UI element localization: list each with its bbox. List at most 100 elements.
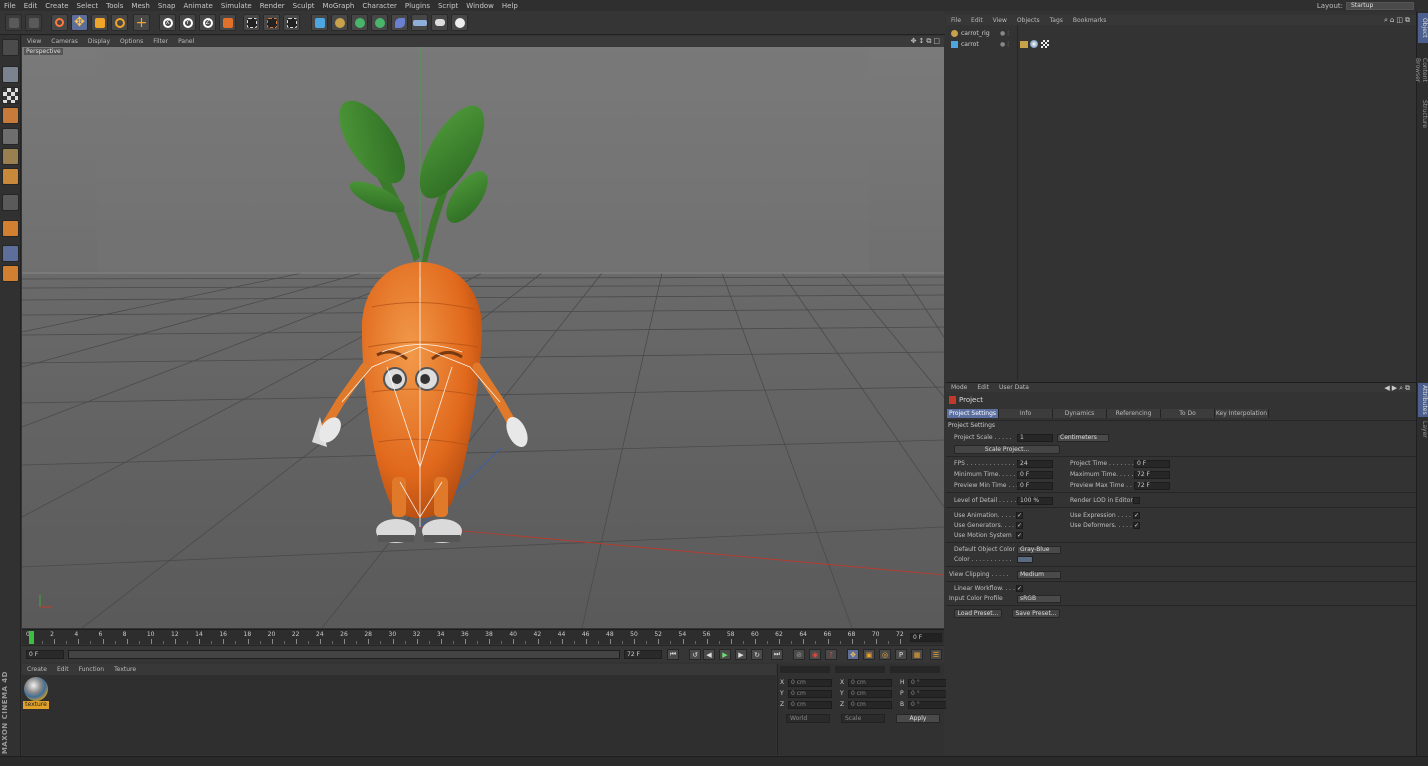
tab-structure[interactable]: Structure [1418,97,1428,131]
make-editable-icon[interactable] [2,39,19,56]
keyframe-selection-icon[interactable]: ? [825,649,837,660]
texture-mode-icon[interactable] [2,87,19,104]
material-menu-function[interactable]: Function [74,666,110,673]
position-key-icon[interactable]: ✥ [847,649,859,660]
axis-mode-icon[interactable] [2,194,19,211]
cube-icon[interactable] [311,14,328,31]
menu-help[interactable]: Help [498,2,522,10]
preview-min-time-field[interactable]: 0 F [1017,482,1053,490]
coordinate-field[interactable]: 0 cm [788,700,832,709]
timeline-ruler[interactable]: 0 2 4 6 8 10 12 14 16 18 20 22 24 26 28 30 32 34 36 38 40 42 4… [22,629,944,644]
undo-icon[interactable] [5,14,22,31]
points-mode-icon[interactable] [2,128,19,145]
timeline-menu-icon[interactable]: ☰ [930,649,942,660]
menu-animate[interactable]: Animate [179,2,216,10]
menu-script[interactable]: Script [434,2,462,10]
material-tag-icon[interactable] [1030,40,1038,48]
scale-key-icon[interactable]: ▣ [863,649,875,660]
model-mode-icon[interactable] [2,66,19,83]
tab-content-browser[interactable]: Content Browser [1414,45,1428,95]
use-generators-checkbox[interactable]: ✓ [1016,522,1023,529]
menu-sculpt[interactable]: Sculpt [289,2,319,10]
x-axis-icon[interactable]: X [159,14,176,31]
project-scale-field[interactable]: 1 [1017,434,1053,442]
material-menu-texture[interactable]: Texture [109,666,141,673]
subdivision-surface-icon[interactable] [351,14,368,31]
workplane-icon[interactable] [2,107,19,124]
workplane-lock-icon[interactable] [2,245,19,262]
material-preview[interactable] [24,677,48,701]
level-of-detail-field[interactable]: 100 % [1017,497,1053,505]
object-menu-file[interactable]: File [946,17,966,24]
previous-key-icon[interactable]: ↺ [689,649,701,660]
apply-button[interactable]: Apply [896,714,940,723]
use-expression-checkbox[interactable]: ✓ [1133,512,1140,519]
object-manager-icons[interactable]: ⌕⌂◫⧉ [1384,16,1412,25]
material-menu-edit[interactable]: Edit [52,666,74,673]
project-time-field[interactable]: 0 F [1134,460,1170,468]
object-menu-edit[interactable]: Edit [966,17,988,24]
autokeying-icon[interactable]: ◉ [809,649,821,660]
viewport-menu-display[interactable]: Display [83,38,115,45]
menu-create[interactable]: Create [41,2,72,10]
snap-icon[interactable] [2,220,19,237]
end-frame-field[interactable]: 72 F [624,650,662,659]
color-swatch[interactable] [1017,556,1033,563]
live-selection-icon[interactable] [51,14,68,31]
rotate-icon[interactable] [111,14,128,31]
menu-simulate[interactable]: Simulate [217,2,256,10]
load-preset-button[interactable]: Load Preset... [954,609,1002,618]
menu-select[interactable]: Select [73,2,103,10]
coordinate-field[interactable]: 0 cm [848,700,892,709]
z-axis-icon[interactable]: Z [199,14,216,31]
current-frame-field[interactable]: 0 F [910,633,942,642]
polygons-mode-icon[interactable] [2,168,19,185]
go-to-start-icon[interactable]: ⏮ [667,649,679,660]
object-name[interactable]: carrot [961,41,979,48]
fps-field[interactable]: 24 [1017,460,1053,468]
object-menu-objects[interactable]: Objects [1012,17,1045,24]
edges-mode-icon[interactable] [2,148,19,165]
tab-dynamics[interactable]: Dynamics [1053,409,1107,418]
minimum-time-field[interactable]: 0 F [1017,471,1053,479]
menu-mograph[interactable]: MoGraph [319,2,359,10]
visibility-dots[interactable]: ●⋮ [1000,41,1011,48]
maximum-time-field[interactable]: 72 F [1134,471,1170,479]
menu-snap[interactable]: Snap [154,2,180,10]
scale-icon[interactable] [91,14,108,31]
coordinate-field[interactable]: 0 cm [788,689,832,698]
menu-file[interactable]: File [0,2,20,10]
menu-mesh[interactable]: Mesh [127,2,153,10]
save-preset-button[interactable]: Save Preset... [1012,609,1060,618]
skin-tag-icon[interactable] [1020,40,1028,48]
perspective-viewport[interactable]: Perspective [22,47,944,628]
uvw-tag-icon[interactable] [1041,40,1049,48]
coordinate-field[interactable]: 0 cm [848,689,892,698]
coordinate-field[interactable]: 0 cm [788,678,832,687]
attribute-menu-user-data[interactable]: User Data [994,384,1034,391]
attribute-menu-mode[interactable]: Mode [946,384,972,391]
next-key-icon[interactable]: ↻ [751,649,763,660]
deformer-icon[interactable] [391,14,408,31]
next-frame-icon[interactable]: ▶ [735,649,747,660]
use-motion-system-checkbox[interactable]: ✓ [1016,532,1023,539]
render-to-picture-viewer-icon[interactable] [263,14,280,31]
layout-dropdown[interactable]: Startup [1346,1,1414,10]
object-row-carrot[interactable]: carrot ●⋮ [946,39,1416,49]
layout-selector[interactable]: Layout: Startup [1317,0,1414,11]
play-icon[interactable]: ▶ [719,649,731,660]
material-name[interactable]: texture [23,701,49,709]
material-menu-create[interactable]: Create [22,666,52,673]
floor-icon[interactable] [411,14,428,31]
camera-icon[interactable] [431,14,448,31]
tab-key-interpolation[interactable]: Key Interpolation [1215,409,1269,418]
view-clipping-dropdown[interactable]: Medium [1017,571,1061,579]
tab-layer[interactable]: Layer [1418,419,1428,439]
menu-tools[interactable]: Tools [102,2,127,10]
tab-to-do[interactable]: To Do [1161,409,1215,418]
tab-objects[interactable]: Object [1418,13,1428,43]
redo-icon[interactable] [25,14,42,31]
coordinate-mode-dropdown[interactable]: World [786,714,830,723]
viewport-menu-cameras[interactable]: Cameras [46,38,83,45]
attribute-menu-edit[interactable]: Edit [972,384,994,391]
